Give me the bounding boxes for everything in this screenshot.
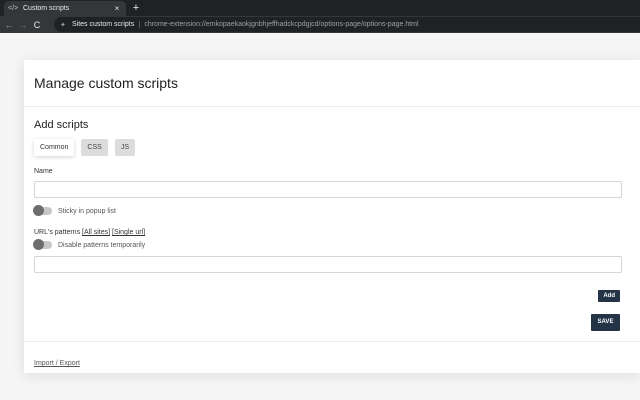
address-separator: | <box>138 20 141 29</box>
disable-patterns-toggle[interactable] <box>33 239 52 250</box>
options-card: Manage custom scripts Add scripts Common… <box>24 60 640 373</box>
import-export-link[interactable]: Import / Export <box>34 360 80 367</box>
tab-title: Custom scripts <box>23 5 70 12</box>
section-title: Add scripts <box>34 119 89 131</box>
add-scripts-section: Add scripts Common CSS JS Name Sticky in… <box>24 107 640 273</box>
add-pattern-button[interactable]: Add <box>598 290 620 302</box>
script-type-tabs: Common CSS JS <box>34 139 640 156</box>
sticky-toggle[interactable] <box>33 205 52 216</box>
disable-patterns-row: Disable patterns temporarily <box>33 239 640 250</box>
address-bar[interactable]: ✦ Sites custom scripts | chrome-extensio… <box>54 17 640 32</box>
name-input[interactable] <box>34 181 622 198</box>
sticky-label: Sticky in popup list <box>58 207 116 215</box>
browser-tabstrip: </> Custom scripts × + <box>0 0 640 16</box>
reload-icon[interactable]: C <box>32 19 42 31</box>
save-button[interactable]: SAVE <box>591 314 620 331</box>
tab-common[interactable]: Common <box>34 139 75 156</box>
all-sites-link[interactable]: [All sites] <box>82 229 110 236</box>
extension-icon: </> <box>8 5 19 12</box>
page-title: Manage custom scripts <box>34 75 178 91</box>
puzzle-icon: ✦ <box>60 21 66 29</box>
back-arrow-icon[interactable]: ← <box>4 19 14 31</box>
page-content: Manage custom scripts Add scripts Common… <box>0 33 640 400</box>
card-header: Manage custom scripts <box>24 60 640 107</box>
site-name: Sites custom scripts <box>72 21 135 28</box>
browser-toolbar: ← → C ✦ Sites custom scripts | chrome-ex… <box>0 16 640 33</box>
sticky-row: Sticky in popup list <box>33 205 640 216</box>
card-footer: Import / Export <box>24 341 640 373</box>
toggle-knob <box>33 205 44 216</box>
name-label: Name <box>34 168 53 175</box>
new-tab-button[interactable]: + <box>130 1 142 15</box>
toggle-knob <box>33 239 44 250</box>
patterns-label-row: URL's patterns [All sites] [Single url] <box>34 229 640 236</box>
close-icon[interactable]: × <box>112 4 122 13</box>
forward-arrow-icon[interactable]: → <box>18 19 28 31</box>
address-url: chrome-extension://emkopaekaokjgnbhjeffh… <box>144 21 419 28</box>
single-url-link[interactable]: [Single url] <box>112 229 145 236</box>
pattern-input[interactable] <box>34 256 622 273</box>
browser-tab[interactable]: </> Custom scripts × <box>4 1 126 16</box>
tab-js[interactable]: JS <box>114 139 135 156</box>
patterns-label: URL's patterns <box>34 229 81 236</box>
tab-css[interactable]: CSS <box>81 139 108 156</box>
disable-patterns-label: Disable patterns temporarily <box>58 241 146 249</box>
